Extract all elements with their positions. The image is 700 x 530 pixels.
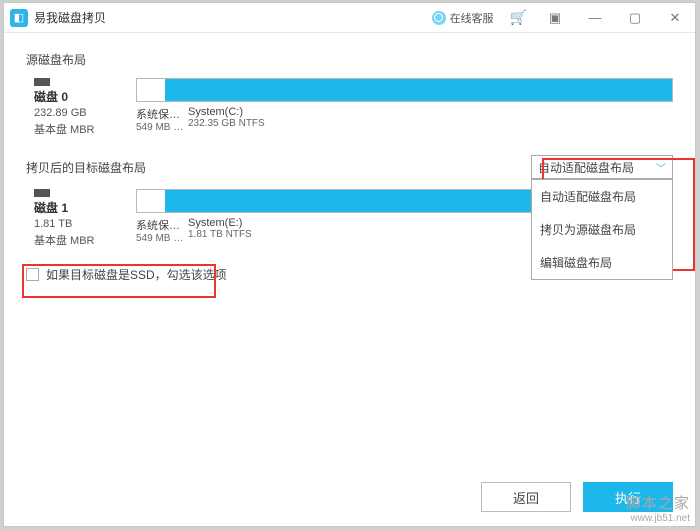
target-disk-type: 基本盘 MBR (34, 232, 136, 248)
online-support-button[interactable]: 在线客服 (424, 3, 502, 32)
app-icon: ◧ (10, 9, 28, 27)
layout-mode-wrap: 自动适配磁盘布局 ﹀ 自动适配磁盘布局 拷贝为源磁盘布局 编辑磁盘布局 (531, 155, 673, 179)
target-disk-size: 1.81 TB (34, 218, 136, 230)
source-sys-label: 系统保… 549 MB … (136, 106, 188, 133)
target-section-label: 拷贝后的目标磁盘布局 (26, 159, 146, 176)
source-section-label: 源磁盘布局 (26, 51, 673, 68)
cloud-icon (432, 11, 446, 25)
layout-mode-menu: 自动适配磁盘布局 拷贝为源磁盘布局 编辑磁盘布局 (531, 179, 673, 280)
disk-icon (34, 189, 50, 197)
source-disk-row: 磁盘 0 232.89 GB 基本盘 MBR 系统保… 549 MB … Sys… (26, 78, 673, 137)
maximize-button[interactable]: ▢ (615, 3, 655, 32)
source-disk-info: 磁盘 0 232.89 GB 基本盘 MBR (26, 78, 136, 137)
source-disk-type: 基本盘 MBR (34, 121, 136, 137)
titlebar: ◧ 易我磁盘拷贝 在线客服 🛒 ▣ — ▢ ✕ (4, 3, 695, 33)
target-system-partition[interactable] (137, 190, 165, 212)
close-button[interactable]: ✕ (655, 3, 695, 32)
titlebar-actions: 在线客服 🛒 ▣ — ▢ ✕ (424, 3, 695, 32)
target-header: 拷贝后的目标磁盘布局 自动适配磁盘布局 ﹀ 自动适配磁盘布局 拷贝为源磁盘布局 … (26, 155, 673, 179)
ssd-checkbox-label: 如果目标磁盘是SSD，勾选该选项 (46, 266, 227, 283)
layout-mode-selected: 自动适配磁盘布局 (538, 159, 634, 176)
source-main-partition[interactable] (165, 79, 672, 101)
source-disk-size: 232.89 GB (34, 107, 136, 119)
cart-icon[interactable]: 🛒 (502, 3, 535, 32)
chevron-down-icon: ﹀ (656, 160, 666, 175)
watermark: 脚本之家 www.jb51.net (626, 492, 690, 524)
support-label: 在线客服 (450, 10, 494, 26)
layout-option-auto[interactable]: 自动适配磁盘布局 (532, 180, 672, 213)
app-title: 易我磁盘拷贝 (34, 9, 424, 26)
source-partitions: 系统保… 549 MB … System(C:) 232.35 GB NTFS (136, 78, 673, 133)
content-area: 源磁盘布局 磁盘 0 232.89 GB 基本盘 MBR 系统保… 549 MB… (4, 33, 695, 295)
source-disk-name: 磁盘 0 (34, 88, 136, 105)
layout-mode-dropdown[interactable]: 自动适配磁盘布局 ﹀ (531, 155, 673, 179)
back-button[interactable]: 返回 (481, 482, 571, 512)
minimize-button[interactable]: — (575, 3, 615, 32)
target-disk-info: 磁盘 1 1.81 TB 基本盘 MBR (26, 189, 136, 248)
source-system-partition[interactable] (137, 79, 165, 101)
ssd-checkbox[interactable] (26, 268, 39, 281)
disk-icon (34, 78, 50, 86)
layout-option-edit[interactable]: 编辑磁盘布局 (532, 246, 672, 279)
target-disk-name: 磁盘 1 (34, 199, 136, 216)
app-window: ◧ 易我磁盘拷贝 在线客服 🛒 ▣ — ▢ ✕ 源磁盘布局 磁盘 0 232.8… (3, 2, 696, 527)
layout-option-copy-source[interactable]: 拷贝为源磁盘布局 (532, 213, 672, 246)
source-partition-labels: 系统保… 549 MB … System(C:) 232.35 GB NTFS (136, 106, 673, 133)
source-main-label: System(C:) 232.35 GB NTFS (188, 106, 673, 133)
source-partition-bar[interactable] (136, 78, 673, 102)
restore-icon[interactable]: ▣ (535, 3, 575, 32)
target-sys-label: 系统保… 549 MB … (136, 217, 188, 244)
